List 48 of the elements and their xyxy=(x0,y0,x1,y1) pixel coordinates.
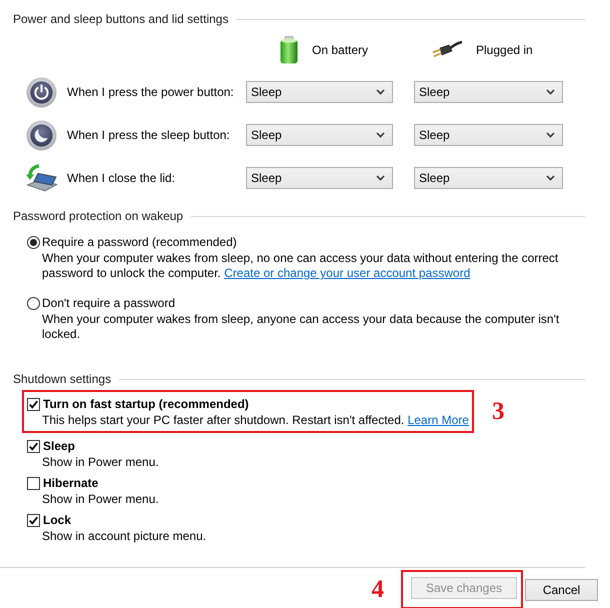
battery-icon xyxy=(280,36,298,64)
chevron-icon xyxy=(376,175,385,181)
option-label[interactable]: Don't require a password xyxy=(42,295,176,312)
checkbox[interactable] xyxy=(27,440,40,453)
setting-label: When I press the sleep button: xyxy=(67,127,230,143)
column-label: On battery xyxy=(312,43,368,57)
checkbox[interactable] xyxy=(27,514,40,527)
plug-icon xyxy=(432,40,462,60)
dropdown[interactable]: Sleep xyxy=(414,81,563,103)
option-description: When your computer wakes from sleep, no one can access your data without entering the correct password to unlock the computer. Create or change your user account password xyxy=(42,251,560,281)
setting-label: When I press the power button: xyxy=(67,84,234,100)
option-description: Show in Power menu. xyxy=(42,455,160,470)
option-label[interactable]: Sleep xyxy=(43,438,76,455)
option-description: This helps start your PC faster after shutdown. Restart isn't affected. Learn More xyxy=(42,413,469,428)
dropdown[interactable]: Sleep xyxy=(246,167,393,189)
section-title: Power and sleep buttons and lid settings xyxy=(13,11,228,27)
option-label[interactable]: Require a password (recommended) xyxy=(42,234,237,251)
moon-icon xyxy=(26,120,57,150)
chevron-icon xyxy=(376,89,385,95)
checkbox[interactable] xyxy=(27,398,40,411)
dropdown[interactable]: Sleep xyxy=(246,81,393,103)
chevron-icon xyxy=(546,89,555,95)
callout-number: 4 xyxy=(371,577,384,602)
laptop-icon xyxy=(26,163,58,193)
dropdown[interactable]: Sleep xyxy=(246,124,393,146)
description-link[interactable]: Create or change your user account password xyxy=(224,266,470,280)
option-label[interactable]: Turn on fast startup (recommended) xyxy=(43,396,249,413)
description-link[interactable]: Learn More xyxy=(408,413,469,427)
option-label[interactable]: Lock xyxy=(43,512,72,529)
dropdown[interactable]: Sleep xyxy=(414,124,563,146)
column-label: Plugged in xyxy=(476,43,533,57)
chevron-icon xyxy=(546,175,555,181)
checkbox[interactable] xyxy=(27,477,40,490)
option-description: Show in Power menu. xyxy=(42,492,160,507)
option-label[interactable]: Hibernate xyxy=(43,475,98,492)
option-description: When your computer wakes from sleep, anyone can access your data because the computer isn't locked. xyxy=(42,312,560,342)
section-title: Password protection on wakeup xyxy=(13,208,184,224)
radio-button[interactable] xyxy=(27,236,40,249)
callout-number: 3 xyxy=(492,399,504,424)
section-title: Shutdown settings xyxy=(13,371,112,387)
radio-button[interactable] xyxy=(27,297,40,310)
option-description: Show in account picture menu. xyxy=(42,529,208,544)
chevron-icon xyxy=(546,132,555,138)
chevron-icon xyxy=(376,132,385,138)
setting-label: When I close the lid: xyxy=(67,170,176,186)
dropdown[interactable]: Sleep xyxy=(414,167,563,189)
cancel-button[interactable]: Cancel xyxy=(525,578,598,600)
power-icon xyxy=(26,76,57,108)
